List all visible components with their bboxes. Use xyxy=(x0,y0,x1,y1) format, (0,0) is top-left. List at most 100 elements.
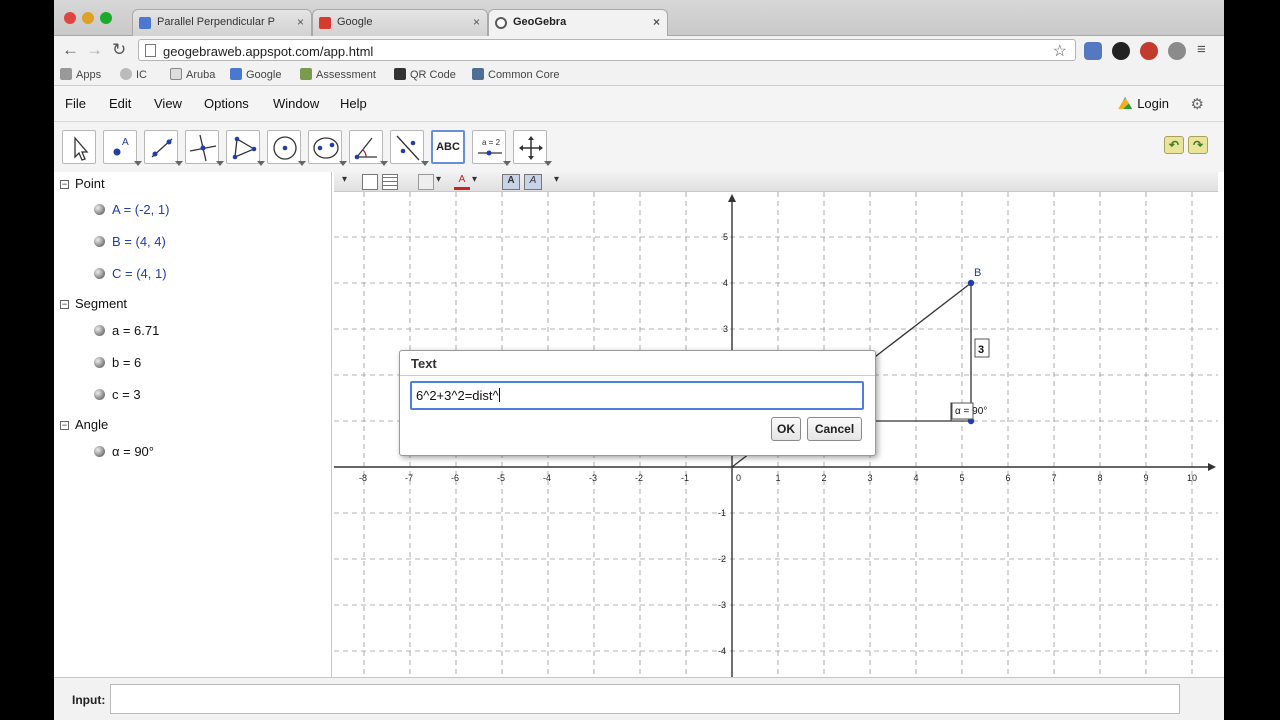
cancel-button[interactable]: Cancel xyxy=(807,417,862,441)
algebra-item-angle-alpha[interactable]: α = 90° xyxy=(94,444,154,459)
extension-screen-icon[interactable] xyxy=(1084,42,1102,60)
collapse-icon[interactable]: − xyxy=(60,180,69,189)
visibility-toggle-icon[interactable] xyxy=(94,389,105,400)
algebra-item-segment-b[interactable]: b = 6 xyxy=(94,355,141,370)
tab-strip: Parallel Perpendicular P × Google × GeoG… xyxy=(54,0,1224,36)
algebra-item-point-b[interactable]: B = (4, 4) xyxy=(94,234,166,249)
ic-icon xyxy=(120,68,132,80)
forward-icon[interactable]: → xyxy=(86,40,103,60)
address-bar[interactable]: geogebraweb.appspot.com/app.html ☆ xyxy=(138,39,1076,61)
visibility-toggle-icon[interactable] xyxy=(94,357,105,368)
bookmark-qr-code[interactable]: QR Code xyxy=(394,68,456,81)
chevron-down-icon xyxy=(216,161,224,166)
y-tick-label: -1 xyxy=(718,508,726,518)
menu-file[interactable]: File xyxy=(65,96,86,111)
tab-geogebra[interactable]: GeoGebra × xyxy=(488,9,668,36)
back-icon[interactable]: ← xyxy=(62,40,79,60)
redo-button[interactable]: ↷ xyxy=(1188,136,1208,154)
visibility-toggle-icon[interactable] xyxy=(94,325,105,336)
menu-edit[interactable]: Edit xyxy=(109,96,131,111)
algebra-item-segment-a[interactable]: a = 6.71 xyxy=(94,323,159,338)
perpendicular-icon xyxy=(189,134,217,162)
algebra-item-segment-c[interactable]: c = 3 xyxy=(94,387,141,402)
angle-tool[interactable] xyxy=(349,130,388,166)
bold-text-icon[interactable]: A xyxy=(502,174,520,190)
settings-icon[interactable]: ⚙ xyxy=(1191,95,1204,113)
category-angle[interactable]: − Angle xyxy=(60,417,108,432)
screen: Parallel Perpendicular P × Google × GeoG… xyxy=(0,0,1280,720)
polygon-icon xyxy=(232,136,257,160)
circle-tool[interactable] xyxy=(267,130,306,166)
reflect-tool[interactable] xyxy=(390,130,429,166)
undo-button[interactable]: ↶ xyxy=(1164,136,1184,154)
menu-help[interactable]: Help xyxy=(340,96,367,111)
close-tab-icon[interactable]: × xyxy=(653,15,660,29)
slider-icon: a = 2 xyxy=(478,138,502,156)
category-point[interactable]: − Point xyxy=(60,176,105,191)
close-tab-icon[interactable]: × xyxy=(473,15,480,29)
visibility-toggle-icon[interactable] xyxy=(94,204,105,215)
line-tool[interactable] xyxy=(144,130,183,166)
menu-view[interactable]: View xyxy=(154,96,182,111)
bookmark-apps[interactable]: Apps xyxy=(60,68,101,81)
login-button[interactable]: Login xyxy=(1118,96,1169,111)
svg-text:A: A xyxy=(122,137,129,148)
menu-options[interactable]: Options xyxy=(204,96,249,111)
axes-toggle-icon[interactable] xyxy=(362,174,378,190)
text-color-icon[interactable]: A xyxy=(454,174,470,190)
svg-text:a = 2: a = 2 xyxy=(482,138,501,147)
algebra-item-point-a[interactable]: A = (-2, 1) xyxy=(94,202,169,217)
move-tool[interactable] xyxy=(62,130,96,164)
tab-parallel-perpendicular[interactable]: Parallel Perpendicular P × xyxy=(132,9,312,36)
reload-icon[interactable]: ↻ xyxy=(112,40,126,60)
extension-camera-icon[interactable] xyxy=(1112,42,1130,60)
bookmark-google[interactable]: Google xyxy=(230,68,281,81)
google-drive-icon xyxy=(1118,97,1133,109)
slider-tool[interactable]: a = 2 xyxy=(472,130,511,166)
x-tick-label: 3 xyxy=(868,473,873,483)
visibility-toggle-icon[interactable] xyxy=(94,446,105,457)
line-icon xyxy=(151,138,173,158)
chevron-down-icon[interactable]: ▾ xyxy=(554,174,559,190)
bookmark-star-icon[interactable]: ☆ xyxy=(1053,41,1067,61)
close-window-icon[interactable] xyxy=(64,12,76,24)
extension-bug-icon[interactable] xyxy=(1140,42,1158,60)
point-b[interactable] xyxy=(967,279,975,287)
menu-icon[interactable]: ≡ xyxy=(1197,40,1206,60)
zoom-window-icon[interactable] xyxy=(100,12,112,24)
text-tool[interactable]: ABC xyxy=(431,130,465,164)
bookmark-assessment[interactable]: Assessment xyxy=(300,68,376,81)
style-bar-menu-icon[interactable]: ▾ xyxy=(342,174,347,190)
collapse-icon[interactable]: − xyxy=(60,300,69,309)
category-segment[interactable]: − Segment xyxy=(60,296,127,311)
input-field[interactable] xyxy=(110,684,1180,714)
minimize-window-icon[interactable] xyxy=(82,12,94,24)
move-graphics-view-tool[interactable] xyxy=(513,130,552,166)
ellipse-tool[interactable] xyxy=(308,130,347,166)
algebra-item-point-c[interactable]: C = (4, 1) xyxy=(94,266,167,281)
bookmark-common-core[interactable]: Common Core xyxy=(472,68,560,81)
extension-profile-icon[interactable] xyxy=(1168,42,1186,60)
menu-window[interactable]: Window xyxy=(273,96,319,111)
visibility-toggle-icon[interactable] xyxy=(94,236,105,247)
close-tab-icon[interactable]: × xyxy=(297,15,304,29)
chevron-down-icon[interactable]: ▾ xyxy=(472,174,477,190)
x-tick-label: 0 xyxy=(736,473,741,483)
tab-google[interactable]: Google × xyxy=(312,9,488,36)
polygon-tool[interactable] xyxy=(226,130,265,166)
point-tool[interactable]: A xyxy=(103,130,142,166)
y-tick-label: -4 xyxy=(718,646,726,656)
bookmark-ic[interactable]: IC xyxy=(120,68,147,81)
perpendicular-line-tool[interactable] xyxy=(185,130,224,166)
grid-toggle-icon[interactable] xyxy=(382,174,398,190)
point-style-icon[interactable] xyxy=(418,174,434,190)
italic-text-icon[interactable]: A xyxy=(524,174,542,190)
visibility-toggle-icon[interactable] xyxy=(94,268,105,279)
text-input-field[interactable]: 6^2+3^2=dist^ xyxy=(410,381,864,410)
apps-grid-icon xyxy=(60,68,72,80)
collapse-icon[interactable]: − xyxy=(60,421,69,430)
ok-button[interactable]: OK xyxy=(771,417,801,441)
x-tick-label: -2 xyxy=(635,473,643,483)
bookmark-aruba[interactable]: Aruba xyxy=(170,68,215,81)
chevron-down-icon[interactable]: ▾ xyxy=(436,174,441,190)
